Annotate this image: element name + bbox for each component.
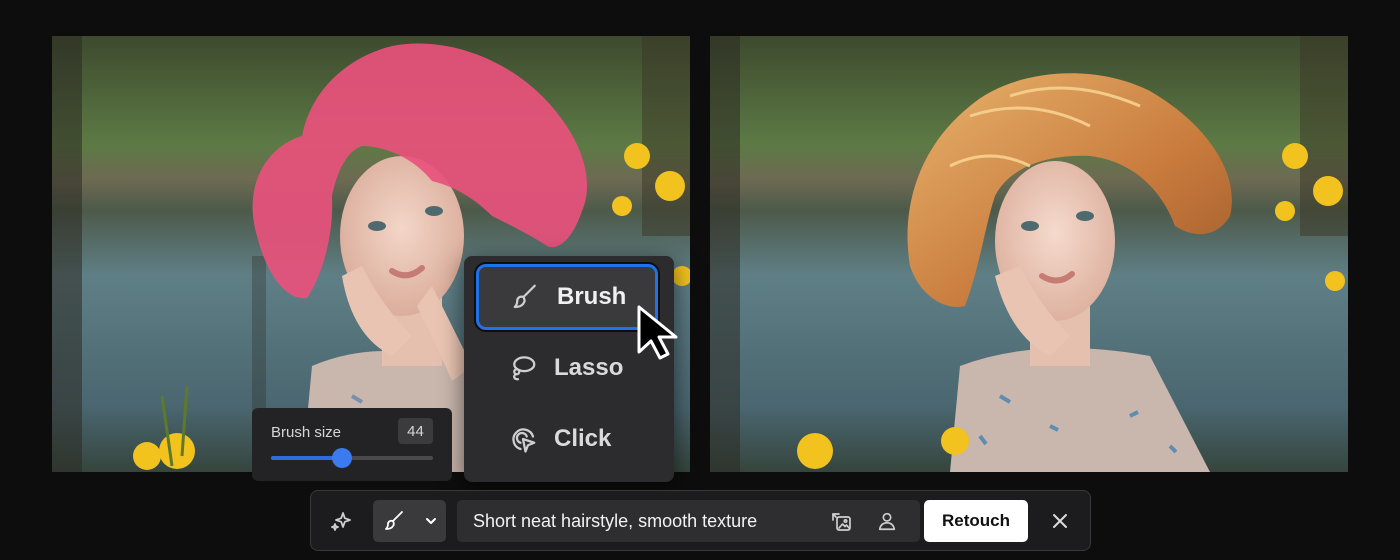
brush-icon [513,284,536,309]
image-reference-icon [832,513,851,531]
close-icon [1053,514,1067,528]
chevron-down-icon [426,518,436,524]
menu-item-brush[interactable]: Brush [476,264,658,330]
person-icon [878,512,896,531]
menu-item-click-label: Click [554,425,612,452]
selection-mode-menu: Brush Lasso Click [464,256,674,482]
mouse-cursor-icon [637,305,678,360]
click-select-icon [512,428,536,453]
sparkle-icon[interactable] [330,509,354,533]
brush-icon [384,511,403,530]
brush-size-value: 44 [398,418,433,444]
brush-tool-button[interactable] [373,500,416,542]
menu-item-click[interactable]: Click [476,406,658,472]
retouch-button[interactable]: Retouch [924,500,1028,542]
result-photo[interactable] [710,36,1348,472]
close-button[interactable] [1043,500,1077,542]
brush-size-label: Brush size [271,424,342,441]
image-reference-button[interactable] [824,500,858,542]
menu-item-lasso[interactable]: Lasso [476,335,658,401]
menu-item-brush-label: Brush [557,283,627,310]
menu-item-lasso-label: Lasso [554,354,624,381]
retouch-toolbar: Short neat hairstyle, smooth texture Ret… [310,490,1091,551]
tool-dropdown-button[interactable] [416,500,446,542]
person-button[interactable] [870,500,904,542]
selection-tool-picker [373,500,446,542]
brush-size-slider-thumb[interactable] [332,448,353,468]
prompt-input-value: Short neat hairstyle, smooth texture [473,511,758,531]
lasso-icon [513,356,536,381]
